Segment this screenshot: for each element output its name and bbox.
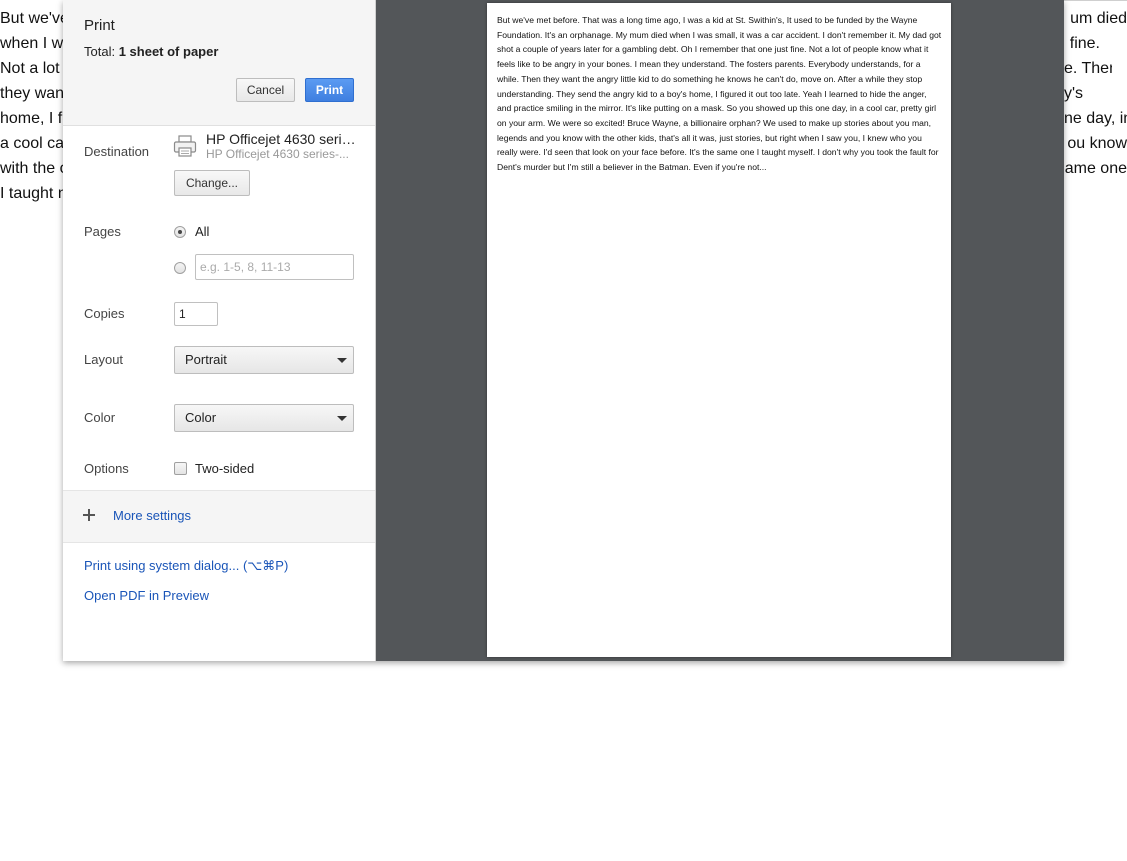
printer-icon: [173, 135, 197, 157]
more-settings-link[interactable]: More settings: [113, 508, 191, 523]
layout-label: Layout: [84, 352, 124, 367]
open-pdf-preview-link[interactable]: Open PDF in Preview: [84, 588, 209, 603]
two-sided-label: Two-sided: [195, 461, 255, 476]
background-text-line: um died: [1070, 10, 1127, 27]
preview-page-text: But we've met before. That was a long ti…: [497, 15, 942, 173]
dialog-title: Print: [84, 17, 115, 34]
two-sided-checkbox[interactable]: [174, 462, 187, 475]
radio-selected-dot: [178, 230, 182, 234]
background-text-line: fine.: [1069, 35, 1100, 52]
pages-custom-radio[interactable]: [174, 262, 186, 274]
sheet-total: Total: 1 sheet of paper: [84, 44, 218, 59]
plus-icon[interactable]: [83, 509, 95, 521]
background-text-line: when I wa: [0, 35, 73, 52]
color-select[interactable]: Color: [174, 404, 354, 432]
background-text-line: a cool ca: [0, 135, 65, 152]
change-destination-button[interactable]: Change...: [174, 170, 250, 196]
total-label: Total:: [84, 44, 116, 59]
pages-range-input[interactable]: [195, 254, 354, 280]
print-dialog: Print Total: 1 sheet of paper Cancel Pri…: [63, 0, 1064, 661]
background-text-line: y's: [1064, 85, 1083, 102]
printer-subtitle: HP Officejet 4630 series-...: [206, 147, 349, 161]
copies-label: Copies: [84, 306, 125, 321]
preview-page: But we've met before. That was a long ti…: [487, 3, 951, 657]
more-settings-row[interactable]: [63, 491, 375, 542]
print-preview-area: But we've met before. That was a long ti…: [376, 0, 1064, 661]
total-value: 1 sheet of paper: [118, 44, 219, 59]
print-settings-sidebar: Print Total: 1 sheet of paper Cancel Pri…: [63, 0, 376, 661]
background-text-line: ou know: [1067, 135, 1127, 152]
destination-label: Destination: [84, 144, 150, 159]
chevron-down-icon: [337, 358, 347, 363]
printer-name: HP Officejet 4630 serie...: [206, 131, 358, 147]
background-text-line: But we've: [0, 10, 69, 27]
chevron-down-icon: [337, 416, 347, 421]
background-text-line: ame one: [1064, 160, 1127, 177]
color-label: Color: [84, 410, 116, 425]
system-dialog-link[interactable]: Print using system dialog... (⌥⌘P): [84, 558, 288, 574]
cancel-button[interactable]: Cancel: [236, 78, 295, 102]
background-text-line: home, I fi: [0, 110, 66, 127]
color-selected-value: Color: [185, 410, 217, 425]
pages-all-label: All: [195, 224, 210, 239]
background-divider: [1064, 0, 1127, 1]
background-text-line: they wan: [0, 85, 65, 102]
print-button[interactable]: Print: [305, 78, 354, 102]
layout-selected-value: Portrait: [185, 352, 227, 367]
background-text-line: with the o: [0, 160, 69, 177]
pages-label: Pages: [84, 224, 121, 239]
options-label: Options: [84, 461, 129, 476]
copies-input[interactable]: 1: [174, 302, 218, 326]
background-text-line: I taught n: [0, 185, 67, 202]
background-text-line: e. Then: [1064, 60, 1112, 77]
background-text-line: Not a lot: [0, 60, 60, 77]
divider: [63, 542, 375, 543]
layout-select[interactable]: Portrait: [174, 346, 354, 374]
background-text-line: ne day, in: [1064, 110, 1127, 127]
pages-all-radio[interactable]: [174, 226, 186, 238]
print-header: Print Total: 1 sheet of paper Cancel Pri…: [63, 0, 375, 126]
